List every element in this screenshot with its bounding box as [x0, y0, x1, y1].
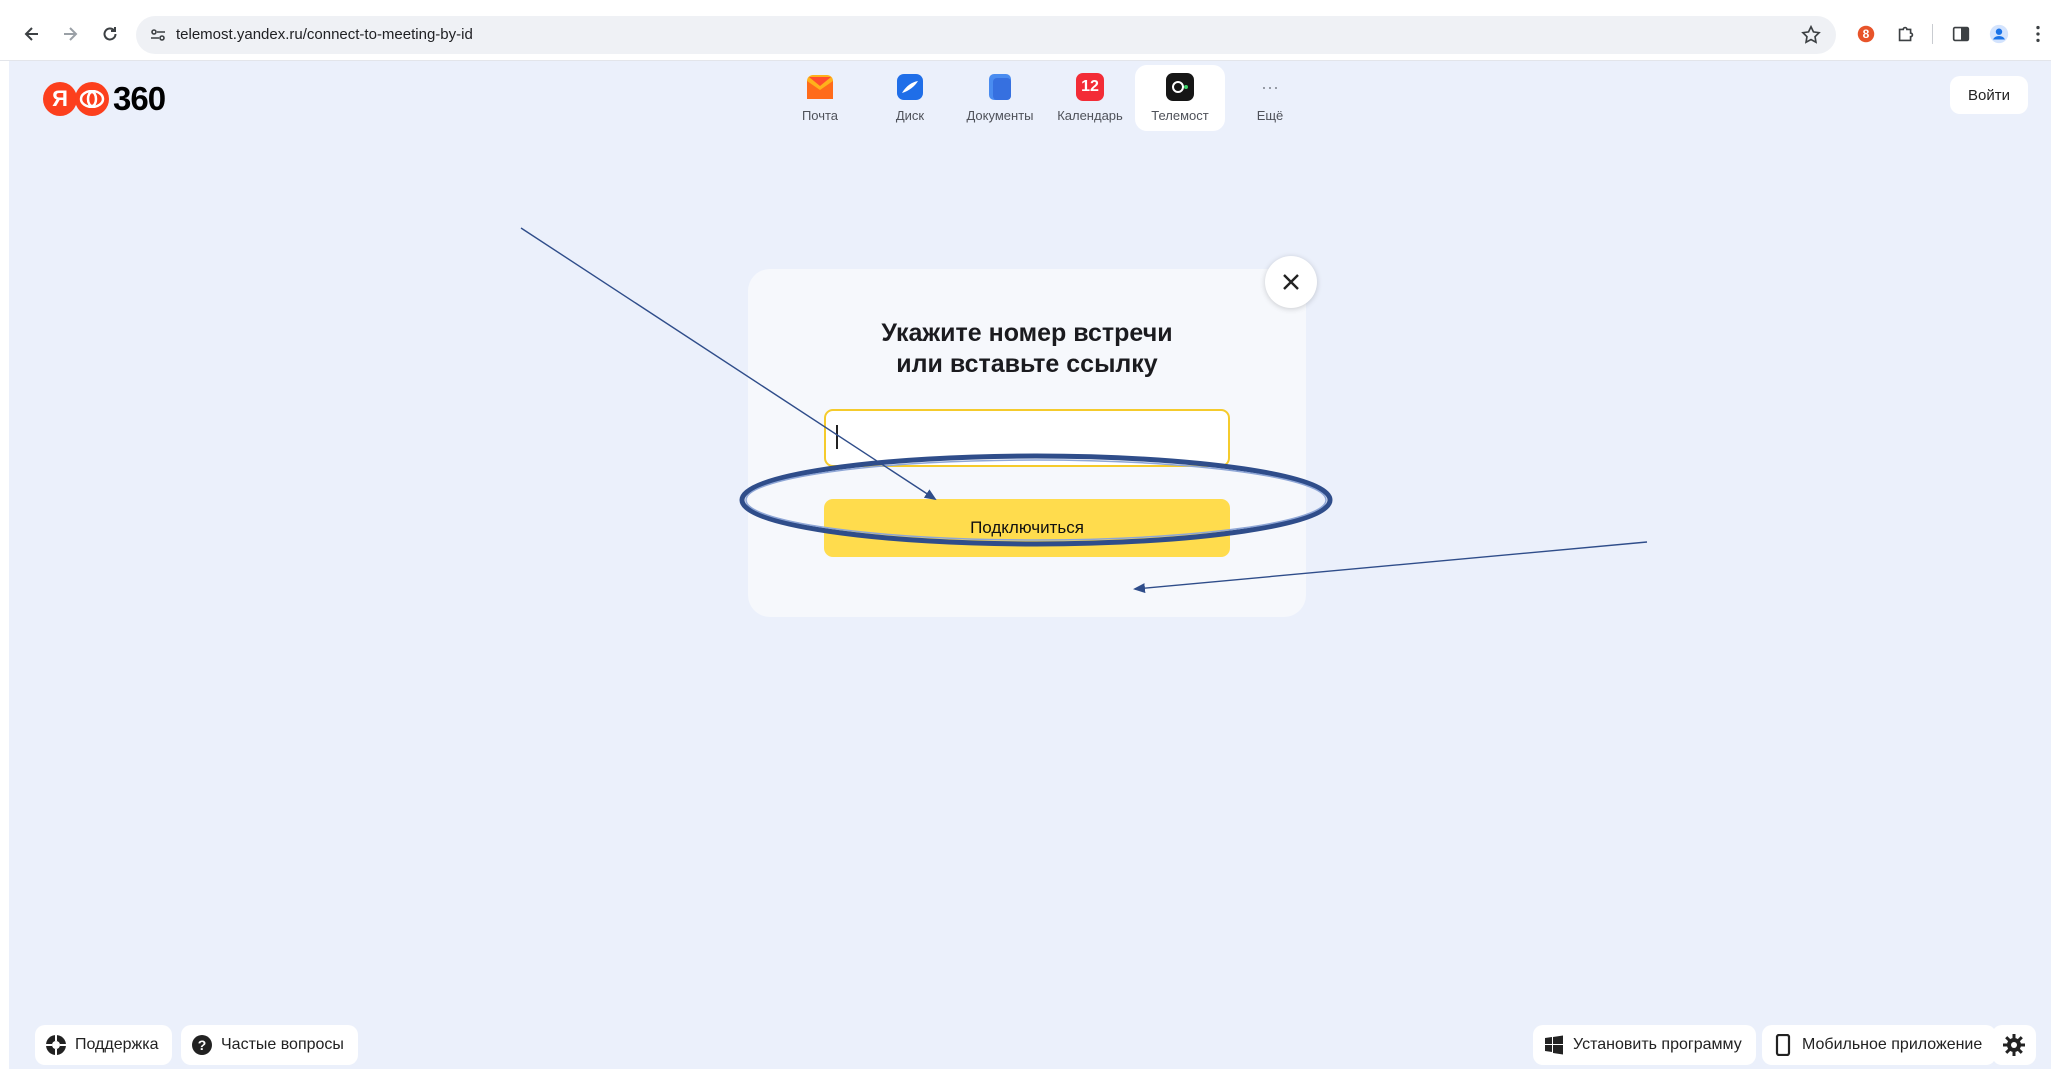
arrow-left-icon — [24, 27, 38, 41]
support-label: Поддержка — [75, 1036, 159, 1053]
faq-button[interactable]: ? Частые вопросы — [181, 1025, 358, 1065]
documents-icon — [986, 73, 1014, 101]
connect-button[interactable]: Подключиться — [824, 499, 1230, 557]
support-icon — [45, 1034, 67, 1056]
dialog-title: Укажите номер встречи или вставьте ссылк… — [748, 318, 1306, 380]
extensions-puzzle-icon[interactable] — [1894, 22, 1918, 46]
reload-icon — [103, 27, 117, 41]
faq-label: Частые вопросы — [221, 1036, 344, 1053]
reload-button[interactable] — [96, 20, 124, 48]
install-program-button[interactable]: Установить программу — [1533, 1025, 1756, 1065]
svg-text:?: ? — [198, 1037, 207, 1053]
address-bar[interactable]: telemost.yandex.ru/connect-to-meeting-by… — [136, 16, 1836, 54]
settings-button[interactable] — [1992, 1025, 2036, 1065]
service-label-calendar: Календарь — [1057, 108, 1123, 123]
browser-toolbar: telemost.yandex.ru/connect-to-meeting-by… — [0, 0, 2051, 61]
close-icon — [1283, 274, 1299, 290]
calendar-icon: 12 — [1076, 73, 1104, 101]
more-glyph: ··· — [1261, 76, 1279, 97]
side-panel-icon[interactable] — [1949, 22, 1973, 46]
login-button[interactable]: Войти — [1950, 76, 2028, 114]
bookmark-star-icon[interactable] — [1800, 24, 1822, 46]
install-program-label: Установить программу — [1573, 1036, 1742, 1053]
back-button[interactable] — [18, 20, 46, 48]
mail-icon — [806, 73, 834, 101]
dialog-title-line2: или вставьте ссылку — [896, 350, 1158, 378]
toolbar-divider — [1932, 24, 1933, 44]
logo-number: 360 — [113, 80, 166, 117]
forward-button[interactable] — [56, 20, 84, 48]
service-more[interactable]: ··· Ещё — [1225, 65, 1315, 131]
yandex-360-logo[interactable]: Я 360 — [43, 79, 166, 119]
service-mail[interactable]: Почта — [775, 65, 865, 131]
disk-icon — [896, 73, 924, 101]
services-bar: Почта Диск Документы 12 Календарь Телемо… — [775, 65, 1315, 133]
meeting-id-input[interactable] — [824, 409, 1230, 467]
telemost-icon — [1166, 73, 1194, 101]
service-telemost[interactable]: Телемост — [1135, 65, 1225, 131]
service-label-telemost: Телемост — [1151, 108, 1209, 123]
more-icon: ··· — [1256, 73, 1284, 101]
logo-ya: Я — [43, 82, 77, 116]
phone-icon — [1772, 1034, 1794, 1056]
support-button[interactable]: Поддержка — [35, 1025, 173, 1065]
service-disk[interactable]: Диск — [865, 65, 955, 131]
gear-icon — [2003, 1034, 2025, 1056]
arrow-right-icon — [64, 27, 78, 41]
close-button[interactable] — [1265, 256, 1317, 308]
profile-avatar-icon[interactable] — [1987, 22, 2011, 46]
service-label-more: Ещё — [1256, 108, 1284, 123]
url-text[interactable]: telemost.yandex.ru/connect-to-meeting-by… — [176, 16, 473, 54]
extension-badge-icon[interactable]: 8 — [1854, 22, 1878, 46]
site-settings-icon[interactable] — [148, 25, 168, 45]
calendar-day: 12 — [1081, 78, 1099, 95]
text-caret — [836, 425, 838, 449]
mobile-app-label: Мобильное приложение — [1802, 1036, 1983, 1053]
mobile-app-button[interactable]: Мобильное приложение — [1762, 1025, 1997, 1065]
service-documents[interactable]: Документы — [955, 65, 1045, 131]
browser-menu-icon[interactable] — [2026, 22, 2050, 46]
service-label-disk: Диск — [895, 108, 925, 123]
dialog-title-line1: Укажите номер встречи — [881, 319, 1173, 347]
service-label-documents: Документы — [966, 108, 1034, 123]
extension-badge-count: 8 — [1862, 27, 1870, 41]
windows-icon — [1543, 1034, 1565, 1056]
service-label-mail: Почта — [801, 108, 839, 123]
question-icon: ? — [191, 1034, 213, 1056]
service-calendar[interactable]: 12 Календарь — [1045, 65, 1135, 131]
logo-circles-icon — [75, 82, 109, 116]
